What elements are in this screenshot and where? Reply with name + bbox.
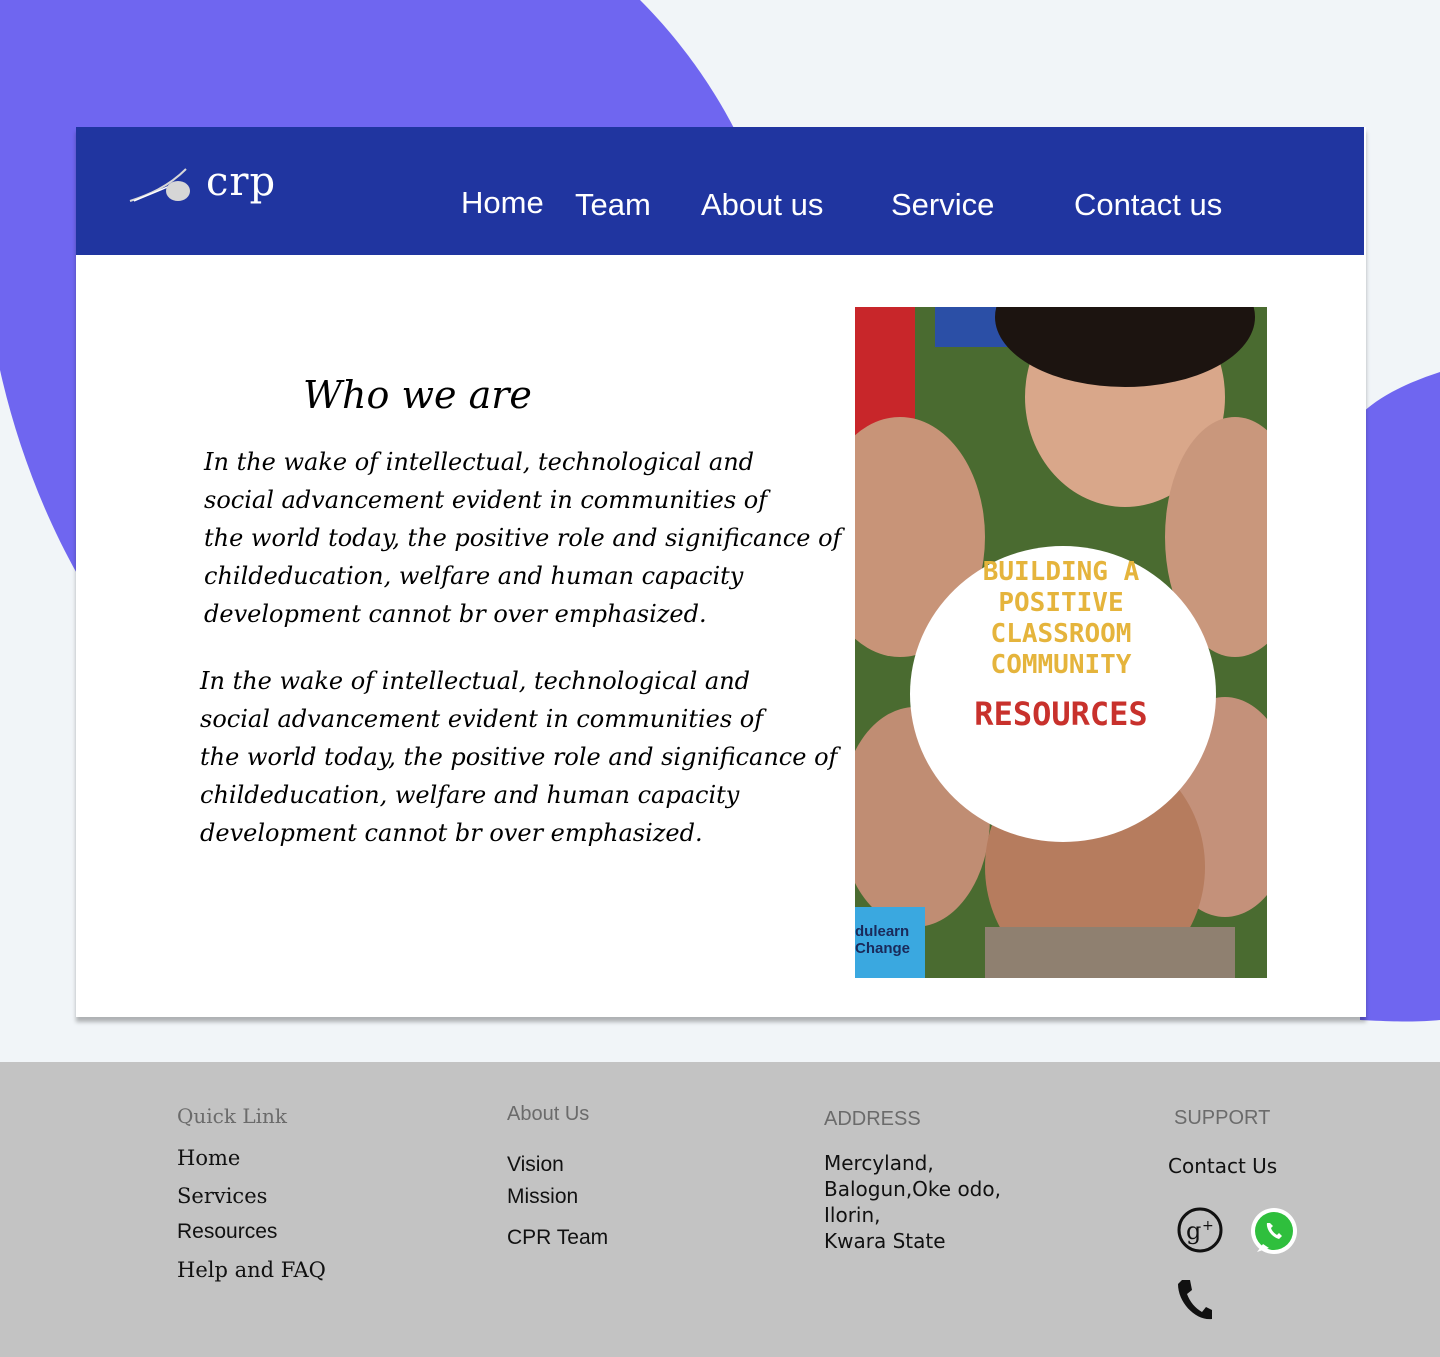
footer-link-mission[interactable]: Mission xyxy=(507,1185,578,1209)
image-text-line: POSITIVE xyxy=(998,588,1124,618)
paragraph-line: In the wake of intellectual, technologic… xyxy=(200,667,751,695)
logo[interactable]: crp xyxy=(128,157,298,217)
quick-link-heading: Quick Link xyxy=(177,1104,288,1128)
svg-text:+: + xyxy=(1202,1218,1214,1234)
paragraph-line: development cannot br over emphasized. xyxy=(200,819,703,847)
support-heading: SUPPORT xyxy=(1174,1107,1271,1129)
footer-link-home[interactable]: Home xyxy=(177,1146,240,1170)
paragraph-line: development cannot br over emphasized. xyxy=(204,600,707,628)
paragraph-line: childeducation, welfare and human capaci… xyxy=(200,781,740,809)
paragraph-line: childeducation, welfare and human capaci… xyxy=(204,562,744,590)
intro-paragraph-2: In the wake of intellectual, technologic… xyxy=(200,662,838,852)
logo-text: crp xyxy=(206,159,277,205)
image-text-line: BUILDING A xyxy=(982,557,1140,587)
address-line: Kwara State xyxy=(824,1229,946,1253)
phone-icon[interactable] xyxy=(1176,1278,1214,1322)
paragraph-line: the world today, the positive role and s… xyxy=(200,743,838,771)
footer-link-resources[interactable]: Resources xyxy=(177,1220,277,1244)
footer-link-contact-us[interactable]: Contact Us xyxy=(1168,1154,1277,1178)
content-card: crp Home Team About us Service Contact u… xyxy=(76,127,1366,1017)
nav-about-us[interactable]: About us xyxy=(701,187,823,223)
about-us-heading: About Us xyxy=(507,1103,590,1125)
nav-contact-us[interactable]: Contact us xyxy=(1074,187,1222,223)
footer-link-vision[interactable]: Vision xyxy=(507,1153,564,1177)
nav-service[interactable]: Service xyxy=(891,187,994,223)
site-header: crp Home Team About us Service Contact u… xyxy=(76,127,1364,255)
nav-home[interactable]: Home xyxy=(461,185,544,221)
paragraph-line: social advancement evident in communitie… xyxy=(200,705,764,733)
whatsapp-icon[interactable] xyxy=(1249,1206,1301,1258)
site-footer: Quick Link Home Services Resources Help … xyxy=(0,1062,1440,1357)
google-plus-icon[interactable]: g + xyxy=(1176,1206,1224,1254)
page-title: Who we are xyxy=(303,373,532,417)
classroom-community-image: BUILDING A POSITIVE CLASSROOM COMMUNITY … xyxy=(855,307,1267,978)
footer-link-help-faq[interactable]: Help and FAQ xyxy=(177,1258,326,1282)
intro-paragraph-1: In the wake of intellectual, technologic… xyxy=(204,443,842,633)
svg-text:g: g xyxy=(1186,1217,1201,1245)
image-text-line: COMMUNITY xyxy=(990,650,1132,680)
footer-link-cpr-team[interactable]: CPR Team xyxy=(507,1226,608,1250)
address-line: Mercyland, xyxy=(824,1151,934,1175)
paragraph-line: the world today, the positive role and s… xyxy=(204,524,842,552)
image-resources-text: RESOURCES xyxy=(974,695,1148,733)
image-text-line: CLASSROOM xyxy=(990,619,1132,649)
paragraph-line: social advancement evident in communitie… xyxy=(204,486,768,514)
logo-mark-icon xyxy=(129,168,190,202)
address-heading: ADDRESS xyxy=(824,1108,921,1130)
paragraph-line: In the wake of intellectual, technologic… xyxy=(204,448,755,476)
address-block: Mercyland, Balogun,Oke odo, Ilorin, Kwar… xyxy=(824,1150,1001,1254)
address-line: Ilorin, xyxy=(824,1203,881,1227)
nav-team[interactable]: Team xyxy=(575,187,651,223)
footer-link-services[interactable]: Services xyxy=(177,1184,267,1208)
address-line: Balogun,Oke odo, xyxy=(824,1177,1001,1201)
image-corner-text: Change xyxy=(855,940,911,957)
image-corner-text: dulearn xyxy=(855,923,910,940)
